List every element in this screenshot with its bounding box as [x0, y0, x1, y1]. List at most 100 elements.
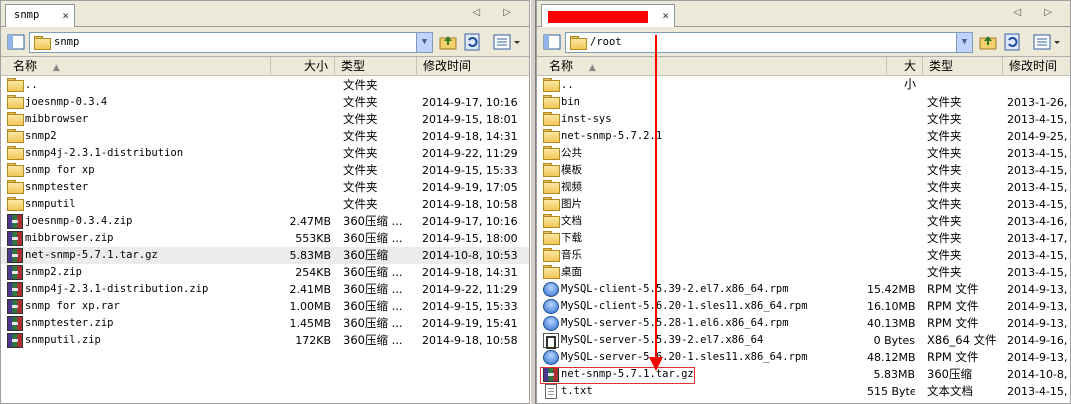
left-tab-nav-icon[interactable]: ◁ ▷ [472, 7, 521, 18]
right-file-size: 15.42MB [867, 283, 915, 296]
left-parent-folder-icon[interactable] [437, 31, 459, 53]
right-file-name: MySQL-client-5.5.39-2.el7.x86_64.rpm [561, 283, 789, 295]
right-file-row[interactable]: .. [537, 77, 1070, 94]
left-view-menu-icon[interactable] [491, 31, 523, 53]
right-file-row[interactable]: MySQL-server-5.6.20-1.sles11.x86_64.rpm 4… [537, 349, 1070, 366]
right-file-size [867, 179, 915, 196]
left-file-row[interactable]: .. 文件夹 [1, 77, 529, 94]
right-view-menu-icon[interactable] [1031, 31, 1063, 53]
right-refresh-icon[interactable] [1001, 31, 1023, 53]
right-pane: × ◁ ▷ /root ▼ 名称 ▲ 大小 类型 修改时间 .. bin 文件夹 20… [536, 0, 1071, 404]
left-tab-close-icon[interactable]: × [62, 9, 69, 22]
right-col-size[interactable]: 大小 [887, 57, 923, 91]
left-file-row[interactable]: snmp2.zip 254KB 360压缩 ... 2014-9-18, 14:31 [1, 264, 529, 281]
right-file-row[interactable]: 图片 文件夹 2013-4-15, [537, 196, 1070, 213]
left-file-row[interactable]: snmptester.zip 1.45MB 360压缩 ... 2014-9-19, … [1, 315, 529, 332]
right-col-type[interactable]: 类型 [923, 57, 1003, 76]
left-toolbar: snmp ▼ [1, 27, 529, 57]
right-file-row[interactable]: 模板 文件夹 2013-4-15, [537, 162, 1070, 179]
left-file-row[interactable]: snmputil 文件夹 2014-9-18, 10:58 [1, 196, 529, 213]
left-col-mtime[interactable]: 修改时间 [417, 57, 529, 76]
right-file-row[interactable]: inst-sys 文件夹 2013-4-15, [537, 111, 1070, 128]
left-file-mtime: 2014-9-15, 18:00 [422, 232, 518, 245]
left-tab[interactable]: snmp × [5, 4, 75, 27]
right-file-size: 0 Bytes [873, 334, 915, 347]
right-file-name: 音乐 [561, 249, 582, 261]
right-path-dropdown-icon[interactable]: ▼ [956, 33, 972, 52]
right-file-row[interactable]: t.txt 515 Bytes 文本文档 2013-4-15, [537, 383, 1070, 400]
left-file-size [271, 162, 331, 179]
right-col-mtime[interactable]: 修改时间 [1003, 57, 1070, 76]
left-col-type[interactable]: 类型 [335, 57, 417, 76]
left-path-dropdown-icon[interactable]: ▼ [416, 33, 432, 52]
txt-icon [545, 384, 557, 399]
right-file-type: 文件夹 [927, 146, 962, 160]
right-file-size [867, 128, 915, 145]
left-file-type: 文件夹 [343, 180, 378, 194]
left-file-row[interactable]: snmptester 文件夹 2014-9-19, 17:05 [1, 179, 529, 196]
left-path-input[interactable]: snmp ▼ [29, 32, 433, 53]
right-panel-toggle-icon[interactable] [541, 31, 563, 53]
left-file-row[interactable]: mibbrowser.zip 553KB 360压缩 ... 2014-9-15, 1… [1, 230, 529, 247]
right-file-row[interactable]: net-snmp-5.7.2.1 文件夹 2014-9-25, [537, 128, 1070, 145]
right-file-mtime: 2013-4-15, [1007, 198, 1068, 211]
left-file-mtime: 2014-9-17, 10:16 [422, 96, 518, 109]
left-col-size[interactable]: 大小 [271, 57, 335, 76]
right-file-row[interactable]: MySQL-client-5.5.39-2.el7.x86_64.rpm 15.4… [537, 281, 1070, 298]
right-file-name: 公共 [561, 147, 582, 159]
right-file-type: 文件夹 [927, 163, 962, 177]
left-file-row[interactable]: snmp4j-2.3.1-distribution 文件夹 2014-9-22, 1… [1, 145, 529, 162]
right-file-row[interactable]: MySQL-client-5.6.20-1.sles11.x86_64.rpm 1… [537, 298, 1070, 315]
left-panel-toggle-icon[interactable] [5, 31, 27, 53]
left-file-row[interactable]: snmputil.zip 172KB 360压缩 ... 2014-9-18, 10:… [1, 332, 529, 349]
left-file-row[interactable]: joesnmp-0.3.4 文件夹 2014-9-17, 10:16 [1, 94, 529, 111]
left-file-mtime: 2014-9-22, 11:29 [422, 283, 518, 296]
left-file-row[interactable]: snmp4j-2.3.1-distribution.zip 2.41MB 360压缩… [1, 281, 529, 298]
left-file-row[interactable]: snmp for xp 文件夹 2014-9-15, 15:33 [1, 162, 529, 179]
right-col-type-label: 类型 [929, 59, 954, 73]
right-file-row[interactable]: 音乐 文件夹 2013-4-15, [537, 247, 1070, 264]
right-file-name: 模板 [561, 164, 582, 176]
right-tab-close-icon[interactable]: × [662, 9, 669, 22]
left-file-name: snmp4j-2.3.1-distribution.zip [25, 283, 209, 295]
right-file-row[interactable]: 文档 文件夹 2013-4-16, [537, 213, 1070, 230]
right-file-row[interactable]: 下载 文件夹 2013-4-17, [537, 230, 1070, 247]
right-toolbar: /root ▼ [537, 27, 1070, 57]
right-file-mtime: 2014-9-13, [1007, 317, 1068, 330]
left-file-row[interactable]: joesnmp-0.3.4.zip 2.47MB 360压缩 ... 2014-9-1… [1, 213, 529, 230]
right-file-size [867, 111, 915, 128]
left-file-row[interactable]: snmp for xp.rar 1.00MB 360压缩 ... 2014-9-15,… [1, 298, 529, 315]
left-file-size [271, 94, 331, 111]
rpm-icon [543, 316, 559, 331]
left-col-name[interactable]: 名称 ▲ [1, 57, 271, 76]
left-file-type: 360压缩 ... [343, 231, 403, 245]
right-path-input[interactable]: /root ▼ [565, 32, 973, 53]
right-file-row[interactable]: MySQL-server-5.5.28-1.el6.x86_64.rpm 40.1… [537, 315, 1070, 332]
zip-icon [7, 282, 23, 297]
right-file-row[interactable]: MySQL-server-5.5.39-2.el7.x86_64 0 Bytes X… [537, 332, 1070, 349]
right-file-row[interactable]: 公共 文件夹 2013-4-15, [537, 145, 1070, 162]
right-file-type: RPM 文件 [927, 350, 979, 364]
left-file-type: 360压缩 ... [343, 282, 403, 296]
right-parent-folder-icon[interactable] [977, 31, 999, 53]
left-file-mtime: 2014-10-8, 10:53 [422, 249, 518, 262]
right-file-type: 文件夹 [927, 197, 962, 211]
right-file-size [867, 264, 915, 281]
right-tab-nav-icon[interactable]: ◁ ▷ [1013, 7, 1062, 18]
right-col-name[interactable]: 名称 ▲ [537, 57, 887, 76]
left-file-name: joesnmp-0.3.4 [25, 96, 108, 108]
left-file-type: 360压缩 ... [343, 265, 403, 279]
right-file-row[interactable]: 视频 文件夹 2013-4-15, [537, 179, 1070, 196]
left-refresh-icon[interactable] [461, 31, 483, 53]
right-file-name: inst-sys [561, 113, 612, 125]
right-file-type: 文件夹 [927, 248, 962, 262]
right-file-row[interactable]: bin 文件夹 2013-1-26, [537, 94, 1070, 111]
right-file-type: 360压缩 [927, 367, 972, 381]
left-file-row[interactable]: snmp2 文件夹 2014-9-18, 14:31 [1, 128, 529, 145]
right-file-name: MySQL-client-5.6.20-1.sles11.x86_64.rpm [561, 300, 808, 312]
left-col-mtime-label: 修改时间 [423, 59, 472, 73]
right-tab[interactable]: × [541, 4, 675, 27]
left-file-row[interactable]: net-snmp-5.7.1.tar.gz 5.83MB 360压缩 2014-10-… [1, 247, 529, 264]
right-file-row[interactable]: 桌面 文件夹 2013-4-15, [537, 264, 1070, 281]
left-file-row[interactable]: mibbrowser 文件夹 2014-9-15, 18:01 [1, 111, 529, 128]
